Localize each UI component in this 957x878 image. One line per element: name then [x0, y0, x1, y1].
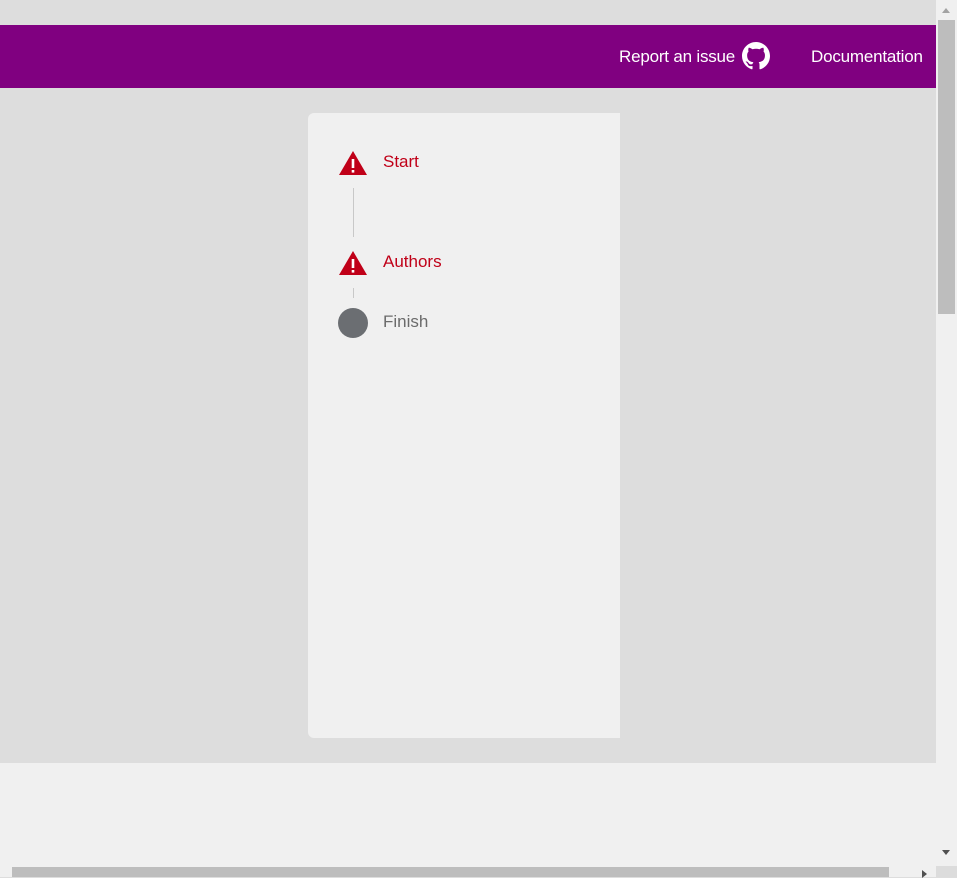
- step-connector: [353, 288, 354, 298]
- step-connector: [353, 188, 354, 237]
- github-icon[interactable]: [742, 42, 770, 70]
- stepper-card: Start Authors Finish: [308, 113, 620, 738]
- documentation-link[interactable]: Documentation: [811, 25, 923, 88]
- scroll-down-icon[interactable]: [942, 850, 950, 855]
- warning-icon: [338, 148, 368, 178]
- scroll-up-icon[interactable]: [942, 8, 950, 13]
- horizontal-scrollbar[interactable]: [0, 866, 936, 878]
- horizontal-scroll-thumb[interactable]: [12, 867, 889, 877]
- vertical-scroll-thumb[interactable]: [938, 20, 955, 314]
- warning-icon: [338, 248, 368, 278]
- step-label: Authors: [383, 252, 442, 271]
- step-label: Finish: [383, 312, 429, 331]
- page-viewport: Report an issue Documentation Start Auth…: [0, 0, 936, 866]
- vertical-scrollbar[interactable]: [936, 0, 957, 866]
- circle-icon: [338, 308, 368, 338]
- page-footer: [0, 763, 936, 866]
- top-strip: [0, 0, 936, 25]
- step-label: Start: [383, 152, 419, 171]
- scrollbar-corner: [936, 866, 957, 877]
- top-nav-bar: Report an issue Documentation: [0, 25, 936, 88]
- report-issue-link[interactable]: Report an issue: [619, 25, 735, 88]
